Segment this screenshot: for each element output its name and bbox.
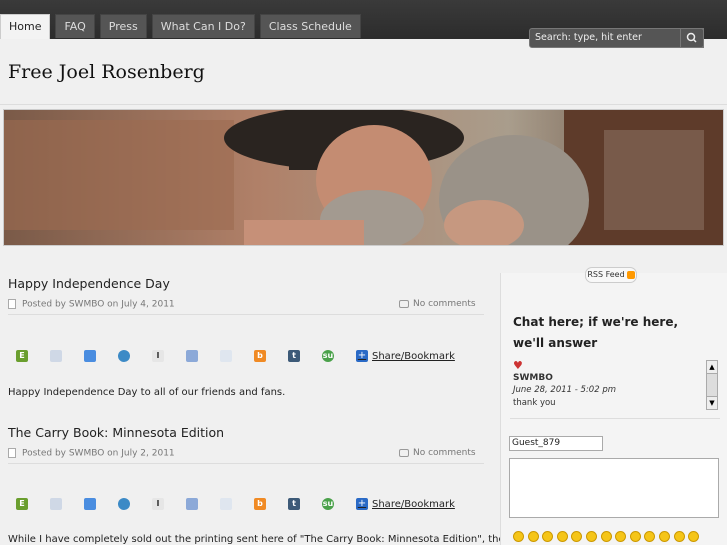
post-title[interactable]: The Carry Book: Minnesota Edition <box>8 425 224 440</box>
search-icon <box>686 32 697 43</box>
post-meta: Posted by SWMBO on July 4, 2011 <box>8 299 175 310</box>
bookmark-icon[interactable] <box>186 350 198 362</box>
main-nav: Home FAQ Press What Can I Do? Class Sche… <box>0 14 366 39</box>
plus-icon: + <box>356 350 368 362</box>
chat-icon[interactable] <box>118 350 130 362</box>
scroll-down-icon[interactable]: ▼ <box>707 396 717 409</box>
tab-what-can-i-do[interactable]: What Can I Do? <box>151 14 255 38</box>
post-meta-text: Posted by SWMBO on July 2, 2011 <box>22 448 175 459</box>
instapaper-icon[interactable]: I <box>152 350 164 362</box>
blogger-icon[interactable]: b <box>254 498 266 510</box>
google-icon[interactable] <box>84 350 96 362</box>
smiley-icon[interactable] <box>673 531 685 542</box>
comments-text[interactable]: No comments <box>413 299 476 309</box>
smiley-icon[interactable] <box>600 531 612 542</box>
comments-link[interactable]: No comments <box>399 299 476 309</box>
reddit-icon[interactable] <box>220 350 232 362</box>
evernote-icon[interactable]: E <box>16 498 28 510</box>
smiley-icon[interactable] <box>585 531 597 542</box>
comments-text[interactable]: No comments <box>413 448 476 458</box>
smiley-icon[interactable] <box>615 531 627 542</box>
header-banner-image <box>3 109 724 246</box>
chat-scrollbar[interactable]: ▲ ▼ <box>706 360 718 410</box>
comment-icon <box>399 448 409 457</box>
smiley-icon[interactable] <box>571 531 583 542</box>
search-button[interactable] <box>680 28 704 48</box>
tumblr-icon[interactable]: t <box>288 350 300 362</box>
stumbleupon-icon[interactable]: su <box>322 350 334 362</box>
post-meta-text: Posted by SWMBO on July 4, 2011 <box>22 299 175 310</box>
delicious-icon[interactable] <box>50 498 62 510</box>
instapaper-icon[interactable]: I <box>152 498 164 510</box>
post-divider <box>8 463 484 464</box>
post-body: Happy Independence Day to all of our fri… <box>8 387 286 398</box>
site-title[interactable]: Free Joel Rosenberg <box>8 61 205 83</box>
chat-icon[interactable] <box>118 498 130 510</box>
evernote-icon[interactable]: E <box>16 350 28 362</box>
blogger-icon[interactable]: b <box>254 350 266 362</box>
stumbleupon-icon[interactable]: su <box>322 498 334 510</box>
share-bookmark-link[interactable]: + Share/Bookmark <box>356 498 455 510</box>
tab-class-schedule[interactable]: Class Schedule <box>259 14 361 38</box>
chat-divider <box>510 418 720 419</box>
post-body: While I have completely sold out the pri… <box>8 534 544 545</box>
search-input[interactable]: Search: type, hit enter <box>529 28 704 48</box>
scroll-up-icon[interactable]: ▲ <box>707 361 717 374</box>
smiley-icon[interactable] <box>644 531 656 542</box>
reddit-icon[interactable] <box>220 498 232 510</box>
tab-press[interactable]: Press <box>99 14 147 38</box>
tab-home[interactable]: Home <box>0 14 51 39</box>
smiley-icon[interactable] <box>542 531 554 542</box>
smiley-icon[interactable] <box>513 531 524 542</box>
share-bookmark-link[interactable]: + Share/Bookmark <box>356 350 455 362</box>
chat-message-input[interactable] <box>509 458 719 518</box>
tab-faq[interactable]: FAQ <box>55 14 95 38</box>
rss-icon <box>626 270 635 279</box>
google-icon[interactable] <box>84 498 96 510</box>
heart-icon: ♥ <box>513 359 523 372</box>
tumblr-icon[interactable]: t <box>288 498 300 510</box>
share-bookmark-label[interactable]: Share/Bookmark <box>372 351 455 362</box>
document-icon <box>8 448 16 458</box>
plus-icon: + <box>356 498 368 510</box>
smiley-icon[interactable] <box>688 531 700 542</box>
header-divider <box>0 104 727 105</box>
document-icon <box>8 299 16 309</box>
share-row: E I b t su + Share/Bookmark <box>16 350 455 362</box>
smiley-icon[interactable] <box>527 531 539 542</box>
comments-link[interactable]: No comments <box>399 448 476 458</box>
comment-icon <box>399 299 409 308</box>
smiley-icon[interactable] <box>556 531 568 542</box>
bookmark-icon[interactable] <box>186 498 198 510</box>
post-title[interactable]: Happy Independence Day <box>8 276 170 291</box>
smiley-icon[interactable] <box>658 531 670 542</box>
guest-name-input[interactable]: Guest_879 <box>509 436 603 451</box>
delicious-icon[interactable] <box>50 350 62 362</box>
rss-label[interactable]: RSS Feed <box>587 270 624 279</box>
post-divider <box>8 314 484 315</box>
share-bookmark-label[interactable]: Share/Bookmark <box>372 499 455 510</box>
chat-message-text: thank you <box>513 398 556 408</box>
share-row: E I b t su + Share/Bookmark <box>16 498 455 510</box>
post-meta: Posted by SWMBO on July 2, 2011 <box>8 448 175 459</box>
chat-user: SWMBO <box>513 373 553 383</box>
chat-messages: ♥ SWMBO June 28, 2011 - 5:02 pm thank yo… <box>510 357 718 415</box>
chat-title: Chat here; if we're here, we'll answer <box>513 315 679 350</box>
smiley-bar <box>513 531 703 542</box>
chat-date: June 28, 2011 - 5:02 pm <box>513 385 617 395</box>
smiley-icon[interactable] <box>629 531 641 542</box>
rss-feed-link[interactable]: RSS Feed <box>585 267 637 283</box>
